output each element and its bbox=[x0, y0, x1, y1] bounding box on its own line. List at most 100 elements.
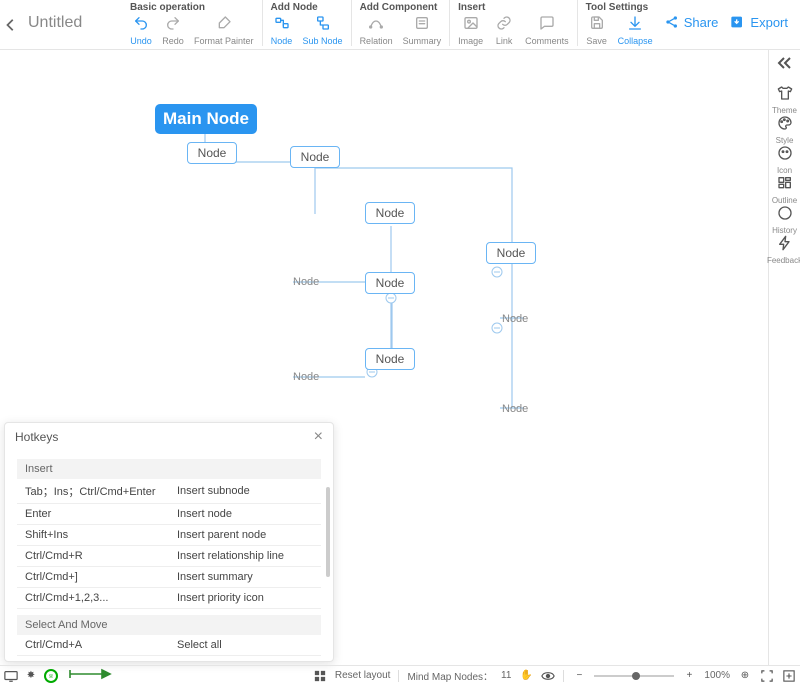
tool-label: Image bbox=[458, 36, 483, 46]
zoom-slider[interactable] bbox=[594, 675, 674, 677]
zoom-in-button[interactable]: + bbox=[682, 669, 696, 683]
format-painter-button[interactable]: Format Painter bbox=[194, 15, 254, 46]
table-row: Ctrl/Cmd+]Insert summary bbox=[17, 567, 321, 588]
mindmap-leaf[interactable]: Node bbox=[502, 403, 528, 415]
hotkeys-section-title: Select And Move bbox=[17, 615, 321, 635]
tool-group-title: Tool Settings bbox=[586, 2, 653, 13]
table-row: Ctrl/Cmd+ASelect all bbox=[17, 635, 321, 656]
brightness-icon[interactable]: ✸ bbox=[24, 669, 38, 683]
tool-label: Summary bbox=[403, 36, 442, 46]
hotkey-shortcut: Ctrl/Cmd+] bbox=[17, 567, 169, 588]
tool-label: Sub Node bbox=[303, 36, 343, 46]
hotkey-action: Insert relationship line bbox=[169, 546, 321, 567]
scrollbar-thumb[interactable] bbox=[326, 487, 330, 577]
hotkey-action: Insert priority icon bbox=[169, 588, 321, 609]
tool-label: Redo bbox=[162, 36, 184, 46]
hotkeys-section-title: Insert bbox=[17, 459, 321, 479]
mindmap-node[interactable]: Node bbox=[486, 242, 536, 264]
tool-label: Relation bbox=[360, 36, 393, 46]
hotkeys-title: Hotkeys bbox=[15, 430, 58, 444]
tool-group-title: Insert bbox=[458, 2, 569, 13]
hotkey-action: Select node bbox=[169, 656, 321, 662]
smile-icon bbox=[777, 145, 793, 164]
rail-theme-button[interactable]: Theme bbox=[767, 85, 800, 115]
relation-button[interactable]: Relation bbox=[360, 15, 393, 46]
mindmap-leaf[interactable]: Node bbox=[293, 276, 319, 288]
node-button[interactable]: Node bbox=[271, 15, 293, 46]
rail-label: Icon bbox=[777, 166, 792, 175]
tool-group-title: Add Component bbox=[360, 2, 442, 13]
rail-label: Outline bbox=[772, 196, 797, 205]
comment-icon bbox=[539, 15, 555, 34]
tool-label: Node bbox=[271, 36, 293, 46]
zoom-percent: 100% bbox=[704, 670, 730, 681]
fit-screen-icon[interactable] bbox=[782, 669, 796, 683]
center-view-icon[interactable]: ⊕ bbox=[738, 669, 752, 683]
tool-group-add-component: Add Component Relation Summary bbox=[351, 0, 450, 46]
relation-icon bbox=[368, 15, 384, 34]
mindmap-node[interactable]: Node bbox=[365, 272, 415, 294]
tool-group-title: Basic operation bbox=[130, 2, 254, 13]
hotkeys-close-button[interactable]: × bbox=[314, 429, 323, 445]
back-button[interactable] bbox=[0, 0, 22, 50]
mindmap-node[interactable]: Node bbox=[365, 348, 415, 370]
tool-group-insert: Insert Image Link Comments bbox=[449, 0, 577, 46]
layout-grid-icon[interactable] bbox=[313, 669, 327, 683]
rail-label: Theme bbox=[772, 106, 797, 115]
tool-label: Collapse bbox=[618, 36, 653, 46]
presentation-mode-icon[interactable] bbox=[4, 669, 18, 683]
image-button[interactable]: Image bbox=[458, 15, 483, 46]
comments-button[interactable]: Comments bbox=[525, 15, 569, 46]
redo-button[interactable]: Redo bbox=[162, 15, 184, 46]
table-row: EnterInsert node bbox=[17, 504, 321, 525]
hand-tool-icon[interactable]: ✋ bbox=[519, 669, 533, 683]
mindmap-leaf[interactable]: Node bbox=[293, 371, 319, 383]
share-button[interactable]: Share bbox=[664, 14, 719, 30]
summary-icon bbox=[414, 15, 430, 34]
nodes-count: 11 bbox=[501, 670, 511, 681]
summary-button[interactable]: Summary bbox=[403, 15, 442, 46]
rail-outline-button[interactable]: Outline bbox=[767, 175, 800, 205]
eye-icon[interactable] bbox=[541, 669, 555, 683]
hotkey-shortcut: Ctrl/Cmd+1,2,3... bbox=[17, 588, 169, 609]
share-icon bbox=[664, 14, 680, 30]
keyboard-shortcuts-button[interactable] bbox=[44, 669, 58, 683]
save-button[interactable]: Save bbox=[586, 15, 608, 46]
link-button[interactable]: Link bbox=[493, 15, 515, 46]
hotkey-action: Insert node bbox=[169, 504, 321, 525]
palette-icon bbox=[777, 115, 793, 134]
mindmap-node[interactable]: Node bbox=[187, 142, 237, 164]
rail-feedback-button[interactable]: Feedback bbox=[767, 235, 800, 265]
zoom-out-button[interactable]: − bbox=[572, 669, 586, 683]
fullscreen-icon[interactable] bbox=[760, 669, 774, 683]
rail-label: Style bbox=[776, 136, 794, 145]
rail-style-button[interactable]: Style bbox=[767, 115, 800, 145]
hotkey-action: Insert summary bbox=[169, 567, 321, 588]
document-title[interactable]: Untitled bbox=[22, 0, 122, 32]
rail-icon-button[interactable]: Icon bbox=[767, 145, 800, 175]
export-label: Export bbox=[750, 15, 788, 30]
hotkeys-body[interactable]: InsertTab；Ins；Ctrl/Cmd+EnterInsert subno… bbox=[5, 451, 333, 661]
tool-group-tool-settings: Tool Settings Save Collapse bbox=[577, 0, 661, 46]
right-rail: Theme Style Icon OutlineHistoryFeedback bbox=[768, 50, 800, 665]
mindmap-leaf[interactable]: Node bbox=[502, 313, 528, 325]
mindmap-node[interactable]: Node bbox=[290, 146, 340, 168]
main-node[interactable]: Main Node bbox=[155, 104, 257, 134]
node-down-icon bbox=[315, 15, 331, 34]
hotkeys-panel: Hotkeys × InsertTab；Ins；Ctrl/Cmd+EnterIn… bbox=[4, 422, 334, 662]
undo-button[interactable]: Undo bbox=[130, 15, 152, 46]
sub-node-button[interactable]: Sub Node bbox=[303, 15, 343, 46]
rail-collapse-button[interactable] bbox=[777, 56, 793, 73]
rail-history-button[interactable]: History bbox=[767, 205, 800, 235]
table-row: ArrowSelect node bbox=[17, 656, 321, 662]
collapse-button[interactable]: Collapse bbox=[618, 15, 653, 46]
tool-group-title: Add Node bbox=[271, 2, 343, 13]
tool-label: Comments bbox=[525, 36, 569, 46]
mindmap-node[interactable]: Node bbox=[365, 202, 415, 224]
reset-layout-button[interactable]: Reset layout bbox=[335, 670, 391, 681]
hotkey-action: Insert parent node bbox=[169, 525, 321, 546]
export-icon bbox=[730, 14, 746, 30]
save-icon bbox=[589, 15, 605, 34]
hotkeys-table: Ctrl/Cmd+ASelect allArrowSelect node bbox=[17, 635, 321, 661]
export-button[interactable]: Export bbox=[730, 14, 788, 30]
